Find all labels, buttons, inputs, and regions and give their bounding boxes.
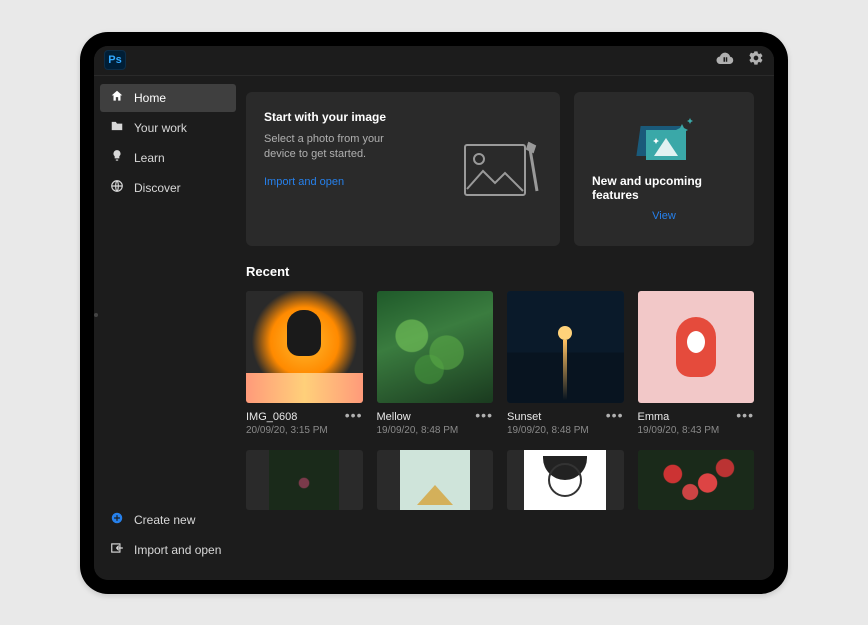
device-side-indicator — [94, 313, 98, 317]
card-title: New and upcoming features — [592, 174, 736, 202]
sidebar-item-label: Your work — [134, 121, 187, 135]
recent-grid: IMG_0608 20/09/20, 3:15 PM ••• Mellow 19… — [246, 291, 754, 510]
recent-thumbnail[interactable] — [246, 450, 363, 510]
sidebar-item-learn[interactable]: Learn — [100, 144, 236, 172]
settings-gear-icon[interactable] — [748, 50, 764, 71]
sidebar-item-label: Create new — [134, 513, 195, 527]
globe-icon — [110, 179, 124, 196]
more-options-icon[interactable]: ••• — [736, 411, 754, 419]
recent-tile: Mellow 19/09/20, 8:48 PM ••• — [377, 291, 494, 436]
recent-tile — [507, 450, 624, 510]
sidebar-item-home[interactable]: Home — [100, 84, 236, 112]
card-title: Start with your image — [264, 110, 452, 124]
recent-section-title: Recent — [246, 264, 754, 279]
sidebar-item-label: Home — [134, 91, 166, 105]
more-options-icon[interactable]: ••• — [606, 411, 624, 419]
create-new-button[interactable]: Create new — [100, 506, 236, 534]
main-content: Start with your image Select a photo fro… — [242, 76, 774, 580]
recent-thumbnail[interactable] — [377, 450, 494, 510]
view-features-link[interactable]: View — [652, 210, 676, 222]
recent-tile — [377, 450, 494, 510]
file-date: 19/09/20, 8:48 PM — [377, 425, 459, 436]
sidebar: Home Your work Learn Discover — [94, 76, 242, 580]
file-name: Emma — [638, 411, 720, 423]
recent-tile: IMG_0608 20/09/20, 3:15 PM ••• — [246, 291, 363, 436]
plus-circle-icon — [110, 511, 124, 528]
recent-tile — [638, 450, 755, 510]
recent-thumbnail[interactable] — [638, 450, 755, 510]
app-badge[interactable]: Ps — [104, 50, 126, 70]
file-date: 20/09/20, 3:15 PM — [246, 425, 328, 436]
sidebar-item-label: Learn — [134, 151, 165, 165]
recent-thumbnail[interactable] — [246, 291, 363, 403]
recent-tile — [246, 450, 363, 510]
app-screen: Ps Home You — [94, 46, 774, 580]
sidebar-item-your-work[interactable]: Your work — [100, 114, 236, 142]
features-illustration-icon — [632, 116, 696, 164]
recent-thumbnail[interactable] — [377, 291, 494, 403]
card-subtitle: Select a photo from your device to get s… — [264, 132, 414, 163]
recent-tile: Emma 19/09/20, 8:43 PM ••• — [638, 291, 755, 436]
more-options-icon[interactable]: ••• — [475, 411, 493, 419]
home-icon — [110, 89, 124, 106]
recent-thumbnail[interactable] — [507, 291, 624, 403]
sidebar-item-discover[interactable]: Discover — [100, 174, 236, 202]
file-name: Mellow — [377, 411, 459, 423]
recent-tile: Sunset 19/09/20, 8:48 PM ••• — [507, 291, 624, 436]
start-with-image-card: Start with your image Select a photo fro… — [246, 92, 560, 246]
recent-thumbnail[interactable] — [638, 291, 755, 403]
file-name: IMG_0608 — [246, 411, 328, 423]
file-name: Sunset — [507, 411, 589, 423]
sidebar-item-label: Discover — [134, 181, 181, 195]
folder-icon — [110, 119, 124, 136]
top-bar: Ps — [94, 46, 774, 76]
image-placeholder-icon — [462, 110, 542, 228]
tablet-device-frame: Ps Home You — [80, 32, 788, 594]
import-and-open-link[interactable]: Import and open — [264, 176, 452, 188]
lightbulb-icon — [110, 149, 124, 166]
more-options-icon[interactable]: ••• — [345, 411, 363, 419]
cloud-sync-icon[interactable] — [716, 51, 734, 70]
import-icon — [110, 541, 124, 558]
file-date: 19/09/20, 8:48 PM — [507, 425, 589, 436]
import-and-open-button[interactable]: Import and open — [100, 536, 236, 564]
sidebar-item-label: Import and open — [134, 543, 221, 557]
file-date: 19/09/20, 8:43 PM — [638, 425, 720, 436]
new-features-card: New and upcoming features View — [574, 92, 754, 246]
recent-thumbnail[interactable] — [507, 450, 624, 510]
